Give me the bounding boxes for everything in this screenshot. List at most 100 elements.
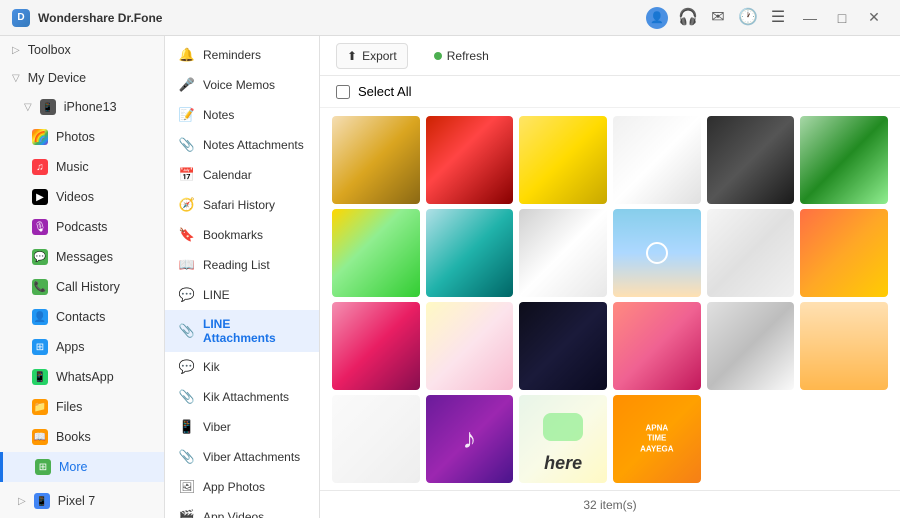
notesattachments-label: Notes Attachments [203,138,304,152]
files-label: Files [56,400,82,414]
readinglist-label: Reading List [203,258,270,272]
image-cell[interactable] [707,302,795,390]
image-cell[interactable] [519,116,607,204]
history-icon[interactable]: 🕐 [738,7,758,27]
mydevice-arrow: ▽ [12,73,20,84]
sidebar-item-callhistory[interactable]: 📞 Call History [0,272,164,302]
app-title: Wondershare Dr.Fone [38,11,638,25]
title-bar: D Wondershare Dr.Fone 👤 🎧 ✉ 🕐 ☰ — □ ✕ [0,0,900,36]
mid-item-voicememos[interactable]: 🎤 Voice Memos [165,70,319,100]
image-cell[interactable] [426,302,514,390]
appvideos-label: App Videos [203,510,264,518]
sidebar-item-more[interactable]: ⊞ More [0,452,164,482]
apps-label: Apps [56,340,85,354]
refresh-label: Refresh [447,49,489,63]
bollywood-text: APNATIMEAAYEGA [640,423,674,454]
appvideos-icon: 🎬 [179,509,195,518]
mid-item-calendar[interactable]: 📅 Calendar [165,160,319,190]
lineattachments-label: LINE Attachments [203,317,305,345]
mid-item-line[interactable]: 💬 LINE [165,280,319,310]
calendar-icon: 📅 [179,167,195,183]
whatsapp-label: WhatsApp [56,370,114,384]
sidebar-item-pixel7[interactable]: ▷ 📱 Pixel 7 [0,486,164,516]
contacts-label: Contacts [56,310,105,324]
item-count: 32 item(s) [583,498,636,512]
mid-item-reminders[interactable]: 🔔 Reminders [165,40,319,70]
image-cell[interactable]: here [519,395,607,483]
voicememos-label: Voice Memos [203,78,275,92]
image-cell[interactable] [800,116,888,204]
image-cell[interactable]: APNATIMEAAYEGA [613,395,701,483]
image-cell[interactable] [613,302,701,390]
sidebar-item-mydevice[interactable]: ▽ My Device [0,64,164,92]
sidebar-item-podcasts[interactable]: 🎙 Podcasts [0,212,164,242]
sidebar-item-apps[interactable]: ⊞ Apps [0,332,164,362]
close-button[interactable]: ✕ [860,7,888,29]
image-cell[interactable] [800,302,888,390]
whatsapp-icon: 📱 [32,369,48,385]
sidebar-item-books[interactable]: 📖 Books [0,422,164,452]
files-icon: 📁 [32,399,48,415]
image-cell[interactable] [707,209,795,297]
line-label: LINE [203,288,230,302]
select-all-bar: Select All [320,76,900,108]
more-label: More [59,460,87,474]
image-cell[interactable]: ♪ [426,395,514,483]
viberattachments-icon: 📎 [179,449,195,465]
pixel7-arrow: ▷ [18,496,26,507]
sidebar-item-files[interactable]: 📁 Files [0,392,164,422]
maximize-button[interactable]: □ [828,7,856,29]
calendar-label: Calendar [203,168,252,182]
lineattachments-icon: 📎 [179,323,195,339]
image-cell[interactable] [332,116,420,204]
sidebar-item-videos[interactable]: ▶ Videos [0,182,164,212]
menu-icon[interactable]: ☰ [768,7,788,27]
mid-panel: 🔔 Reminders 🎤 Voice Memos 📝 Notes 📎 Note… [165,36,320,518]
sidebar-item-contacts[interactable]: 👤 Contacts [0,302,164,332]
refresh-dot [434,52,442,60]
image-cell[interactable] [707,116,795,204]
callhistory-label: Call History [56,280,120,294]
image-cell[interactable] [332,395,420,483]
sidebar-item-toolbox[interactable]: ▷ Toolbox [0,36,164,64]
minimize-button[interactable]: — [796,7,824,29]
mid-item-readinglist[interactable]: 📖 Reading List [165,250,319,280]
sidebar-item-messages[interactable]: 💬 Messages [0,242,164,272]
profile-icon[interactable]: 👤 [646,7,668,29]
refresh-button[interactable]: Refresh [424,44,499,68]
sidebar-item-photos[interactable]: 🌈 Photos [0,122,164,152]
image-cell[interactable] [332,209,420,297]
image-cell[interactable] [519,302,607,390]
image-grid: ♪here APNATIMEAAYEGA [320,108,900,490]
sidebar-item-music[interactable]: ♫ Music [0,152,164,182]
image-cell[interactable] [800,209,888,297]
mid-item-viberattachments[interactable]: 📎 Viber Attachments [165,442,319,472]
mid-item-kik[interactable]: 💬 Kik [165,352,319,382]
image-cell[interactable] [519,209,607,297]
mid-item-viber[interactable]: 📱 Viber [165,412,319,442]
viber-label: Viber [203,420,231,434]
image-cell[interactable] [426,209,514,297]
image-cell[interactable] [613,209,701,297]
select-all-checkbox[interactable] [336,85,350,99]
reminders-icon: 🔔 [179,47,195,63]
mid-item-lineattachments[interactable]: 📎 LINE Attachments [165,310,319,352]
sidebar-item-whatsapp[interactable]: 📱 WhatsApp [0,362,164,392]
mid-item-bookmarks[interactable]: 🔖 Bookmarks [165,220,319,250]
headset-icon[interactable]: 🎧 [678,7,698,27]
sidebar-item-iphone13[interactable]: ▽ 📱 iPhone13 [0,92,164,122]
export-button[interactable]: ⬆ Export [336,43,408,69]
mid-item-notesattachments[interactable]: 📎 Notes Attachments [165,130,319,160]
mid-item-kikattachments[interactable]: 📎 Kik Attachments [165,382,319,412]
mid-item-appphotos[interactable]: 🖼 App Photos [165,472,319,502]
mail-icon[interactable]: ✉ [708,7,728,27]
pixel7-label: Pixel 7 [58,494,96,508]
mid-item-appvideos[interactable]: 🎬 App Videos [165,502,319,518]
image-cell[interactable] [613,116,701,204]
mid-item-safarihistory[interactable]: 🧭 Safari History [165,190,319,220]
mid-item-notes[interactable]: 📝 Notes [165,100,319,130]
reminders-label: Reminders [203,48,261,62]
image-cell[interactable] [332,302,420,390]
appphotos-icon: 🖼 [179,479,195,495]
image-cell[interactable] [426,116,514,204]
